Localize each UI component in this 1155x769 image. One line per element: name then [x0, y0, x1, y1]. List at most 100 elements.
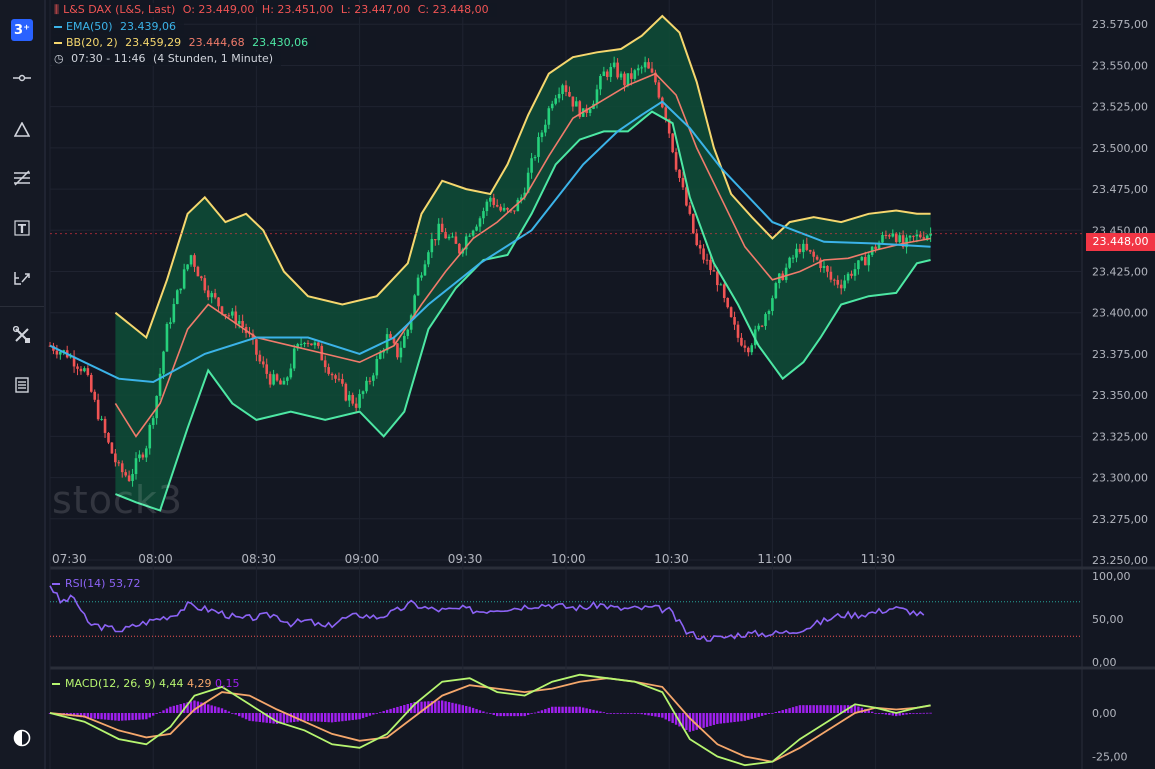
candle-body[interactable] — [103, 418, 107, 433]
candle-body[interactable] — [822, 266, 826, 269]
macd-histogram-bar[interactable] — [533, 712, 537, 714]
candle-body[interactable] — [217, 297, 220, 307]
macd-histogram-bar[interactable] — [358, 713, 361, 720]
candle-body[interactable] — [784, 267, 788, 280]
candle-body[interactable] — [719, 284, 723, 286]
candle-body[interactable] — [489, 197, 492, 202]
candle-body[interactable] — [774, 283, 778, 299]
candle-body[interactable] — [894, 233, 898, 243]
macd-histogram-bar[interactable] — [103, 713, 107, 720]
candle-body[interactable] — [258, 354, 262, 362]
candle-body[interactable] — [151, 418, 155, 425]
macd-histogram-bar[interactable] — [640, 713, 643, 715]
macd-histogram-bar[interactable] — [379, 712, 382, 714]
candle-body[interactable] — [657, 82, 661, 98]
candle-body[interactable] — [265, 364, 269, 374]
candle-body[interactable] — [55, 350, 59, 355]
candle-body[interactable] — [554, 98, 557, 104]
macd-histogram-bar[interactable] — [688, 713, 692, 732]
macd-histogram-bar[interactable] — [795, 706, 798, 713]
macd-histogram-bar[interactable] — [217, 707, 220, 713]
candle-body[interactable] — [406, 329, 410, 336]
candle-body[interactable] — [815, 256, 819, 260]
candle-body[interactable] — [471, 230, 475, 236]
macd-histogram-bar[interactable] — [881, 713, 884, 715]
candle-body[interactable] — [695, 233, 699, 245]
macd-histogram-bar[interactable] — [489, 713, 492, 714]
macd-histogram-bar[interactable] — [509, 713, 513, 717]
macd-histogram-bar[interactable] — [623, 713, 626, 714]
candle-body[interactable] — [475, 226, 478, 231]
candle-body[interactable] — [447, 236, 451, 239]
candle-body[interactable] — [495, 204, 499, 207]
macd-histogram-bar[interactable] — [372, 713, 375, 715]
macd-histogram-bar[interactable] — [385, 709, 389, 713]
macd-histogram-bar[interactable] — [341, 713, 344, 722]
candle-body[interactable] — [403, 335, 406, 348]
candle-body[interactable] — [857, 260, 860, 270]
macd-histogram-bar[interactable] — [471, 707, 475, 713]
candle-body[interactable] — [282, 380, 286, 385]
macd-histogram-bar[interactable] — [365, 713, 368, 717]
candle-body[interactable] — [839, 284, 843, 289]
candle-body[interactable] — [337, 378, 341, 380]
macd-histogram-bar[interactable] — [526, 713, 530, 715]
macd-histogram-bar[interactable] — [337, 713, 341, 722]
macd-histogram-bar[interactable] — [90, 713, 93, 719]
macd-histogram-bar[interactable] — [585, 708, 588, 713]
macd-histogram-bar[interactable] — [575, 706, 578, 713]
candle-body[interactable] — [688, 205, 692, 214]
candle-body[interactable] — [884, 235, 888, 237]
macd-histogram-bar[interactable] — [478, 710, 482, 713]
candle-body[interactable] — [189, 255, 193, 265]
ema-legend[interactable]: EMA(50) 23.439,06 — [52, 20, 185, 34]
candle-body[interactable] — [712, 270, 716, 272]
candle-body[interactable] — [726, 297, 729, 308]
macd-histogram-bar[interactable] — [496, 713, 499, 717]
candle-body[interactable] — [169, 322, 172, 324]
candle-body[interactable] — [275, 374, 279, 381]
macd-histogram-bar[interactable] — [602, 712, 606, 714]
candle-body[interactable] — [716, 271, 719, 286]
macd-histogram-bar[interactable] — [303, 713, 306, 721]
macd-histogram-bar[interactable] — [244, 713, 248, 720]
macd-histogram-bar[interactable] — [619, 713, 623, 714]
candle-body[interactable] — [791, 257, 795, 259]
candle-body[interactable] — [698, 244, 702, 249]
candle-body[interactable] — [427, 252, 430, 265]
macd-histogram-bar[interactable] — [554, 706, 557, 713]
macd-histogram-bar[interactable] — [712, 713, 716, 725]
candle-body[interactable] — [760, 325, 764, 327]
macd-histogram-bar[interactable] — [926, 712, 929, 714]
candle-body[interactable] — [798, 248, 802, 253]
candle-body[interactable] — [179, 288, 183, 291]
macd-histogram-bar[interactable] — [361, 713, 365, 719]
macd-histogram-bar[interactable] — [114, 713, 117, 721]
macd-histogram-bar[interactable] — [788, 708, 791, 713]
candle-body[interactable] — [303, 342, 306, 345]
candle-body[interactable] — [306, 342, 310, 344]
candle-body[interactable] — [231, 311, 234, 316]
candle-body[interactable] — [433, 239, 437, 241]
candle-body[interactable] — [764, 314, 767, 326]
macd-histogram-bar[interactable] — [537, 711, 540, 713]
macd-histogram-bar[interactable] — [145, 713, 148, 720]
candle-body[interactable] — [182, 269, 186, 289]
macd-histogram-bar[interactable] — [354, 713, 358, 720]
candle-body[interactable] — [59, 351, 62, 355]
macd-histogram-bar[interactable] — [915, 713, 919, 714]
macd-histogram-bar[interactable] — [444, 701, 447, 713]
candle-body[interactable] — [358, 394, 361, 408]
macd-histogram-bar[interactable] — [891, 713, 894, 716]
macd-histogram-bar[interactable] — [148, 713, 151, 718]
candle-body[interactable] — [292, 348, 296, 369]
candle-body[interactable] — [550, 103, 554, 109]
candle-body[interactable] — [595, 89, 599, 104]
macd-histogram-bar[interactable] — [919, 712, 922, 714]
candle-body[interactable] — [482, 211, 485, 219]
candle-body[interactable] — [196, 266, 200, 277]
candle-body[interactable] — [261, 361, 265, 365]
macd-histogram-bar[interactable] — [633, 713, 636, 714]
macd-histogram-bar[interactable] — [334, 713, 337, 723]
macd-histogram-bar[interactable] — [207, 704, 210, 713]
